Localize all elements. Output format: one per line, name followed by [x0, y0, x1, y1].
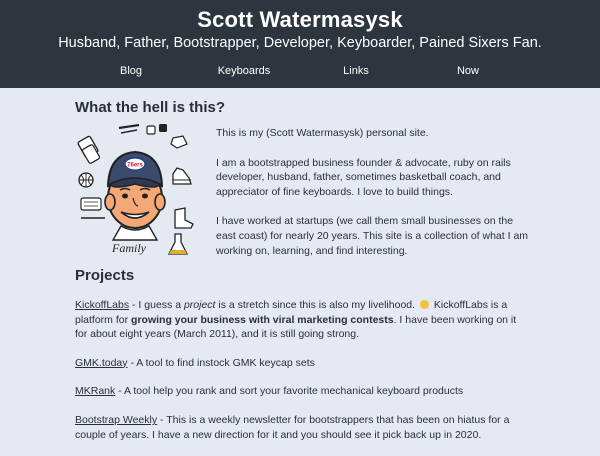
projects-list: KickoffLabs - I guess a project is a str… — [75, 298, 530, 456]
keycaps-small-icon — [146, 124, 167, 135]
site-title: Scott Watermasysk — [197, 7, 403, 32]
nav-now-link[interactable]: Now — [457, 65, 479, 77]
project-text: - A tool to find instock GMK keycap sets — [127, 356, 315, 369]
project-link-kickofflabs[interactable]: KickoffLabs — [75, 299, 129, 311]
avatar-caption: Family — [111, 241, 147, 255]
nav-keyboards-link[interactable]: Keyboards — [218, 65, 271, 77]
project-item: GMK.today - A tool to find instock GMK k… — [75, 356, 530, 371]
keyboard-icon — [80, 197, 105, 219]
intro-paragraph: This is my (Scott Watermasysk) personal … — [216, 127, 429, 139]
basketball-icon — [78, 172, 94, 188]
keycap-icon — [77, 135, 101, 164]
boot-icon — [174, 207, 194, 229]
cap-logo-text: 76ers — [127, 163, 143, 169]
baseball-cap: 76ers — [106, 150, 164, 188]
project-text: is a stretch since this is also my livel… — [215, 299, 416, 311]
site-tagline: Husband, Father, Bootstrapper, Developer… — [58, 35, 542, 51]
site-header: Scott Watermasysk Husband, Father, Boots… — [0, 0, 600, 88]
intro-text: This is my (Scott Watermasysk) personal … — [216, 126, 530, 273]
avatar-illustration: 76ers Family — [77, 124, 194, 255]
project-link-mkrank[interactable]: MKRank — [75, 385, 115, 397]
project-item: MKRank - A tool help you rank and sort y… — [75, 384, 530, 399]
sneaker-icon — [172, 167, 192, 185]
project-text: - A tool help you rank and sort your fav… — [115, 385, 464, 398]
project-emphasis: project — [183, 299, 216, 311]
nav-blog-link[interactable]: Blog — [120, 65, 142, 77]
project-link-gmk-today[interactable]: GMK.today — [75, 357, 128, 369]
project-item: KickoffLabs - I guess a project is a str… — [75, 298, 530, 342]
intro-paragraph: I am a bootstrapped business founder & a… — [216, 156, 511, 198]
pencil-icon — [118, 124, 140, 134]
gem-icon — [170, 135, 188, 149]
flask-icon — [167, 233, 189, 255]
project-highlight: growing your business with viral marketi… — [131, 313, 394, 326]
nav-links-link[interactable]: Links — [343, 65, 369, 77]
project-link-bootstrap-weekly[interactable]: Bootstrap Weekly — [75, 414, 157, 426]
intro-paragraph: I have worked at startups (we call them … — [216, 215, 529, 257]
project-text: - I guess a — [129, 299, 184, 311]
project-item: Bootstrap Weekly - This is a weekly news… — [75, 413, 530, 442]
smile-emoji-icon — [419, 300, 429, 309]
projects-heading: Projects — [75, 267, 135, 284]
about-heading: What the hell is this? — [75, 99, 226, 116]
main-nav: Blog Keyboards Links Now — [0, 65, 600, 81]
